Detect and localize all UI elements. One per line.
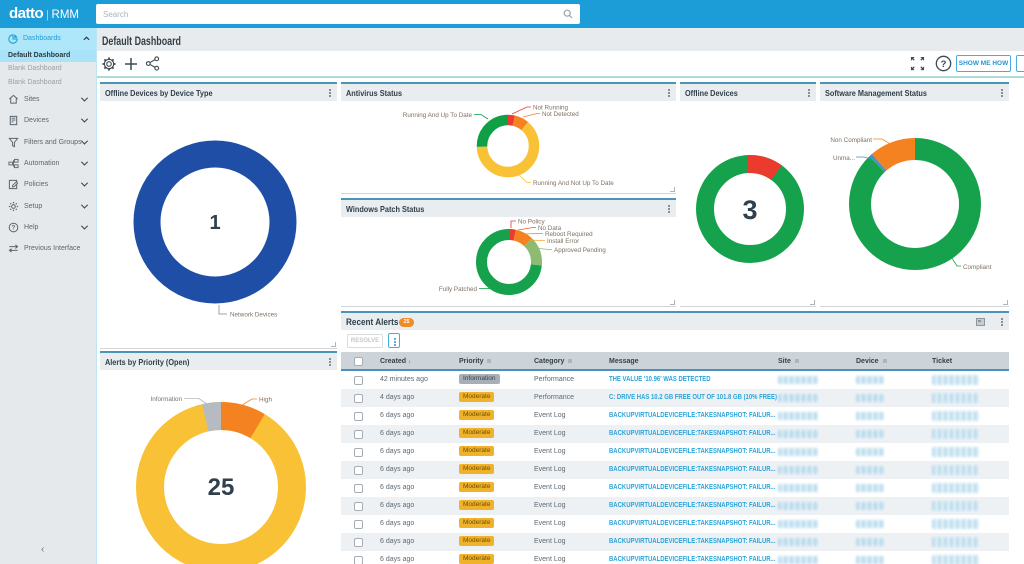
svg-text:25: 25 bbox=[208, 474, 235, 501]
svg-text:High: High bbox=[259, 397, 272, 404]
svg-text:Information: Information bbox=[151, 396, 183, 403]
svg-text:Compliant: Compliant bbox=[963, 264, 992, 271]
svg-text:Network Devices: Network Devices bbox=[230, 312, 277, 319]
svg-text:Fully Patched: Fully Patched bbox=[439, 286, 478, 293]
svg-text:1: 1 bbox=[209, 212, 220, 234]
svg-text:?: ? bbox=[12, 226, 16, 232]
svg-text:Approved Pending: Approved Pending bbox=[554, 247, 606, 254]
svg-text:Install Error: Install Error bbox=[547, 238, 579, 245]
svg-text:Not Detected: Not Detected bbox=[542, 111, 579, 118]
svg-text:?: ? bbox=[941, 59, 947, 70]
svg-text:Running And Up To Date: Running And Up To Date bbox=[403, 112, 473, 119]
svg-text:Unma...: Unma... bbox=[833, 155, 855, 162]
svg-text:Running And Not Up To Date: Running And Not Up To Date bbox=[533, 180, 614, 187]
svg-text:Reboot Required: Reboot Required bbox=[545, 231, 593, 238]
svg-text:3: 3 bbox=[742, 195, 757, 225]
svg-text:Non Compliant: Non Compliant bbox=[830, 137, 872, 144]
